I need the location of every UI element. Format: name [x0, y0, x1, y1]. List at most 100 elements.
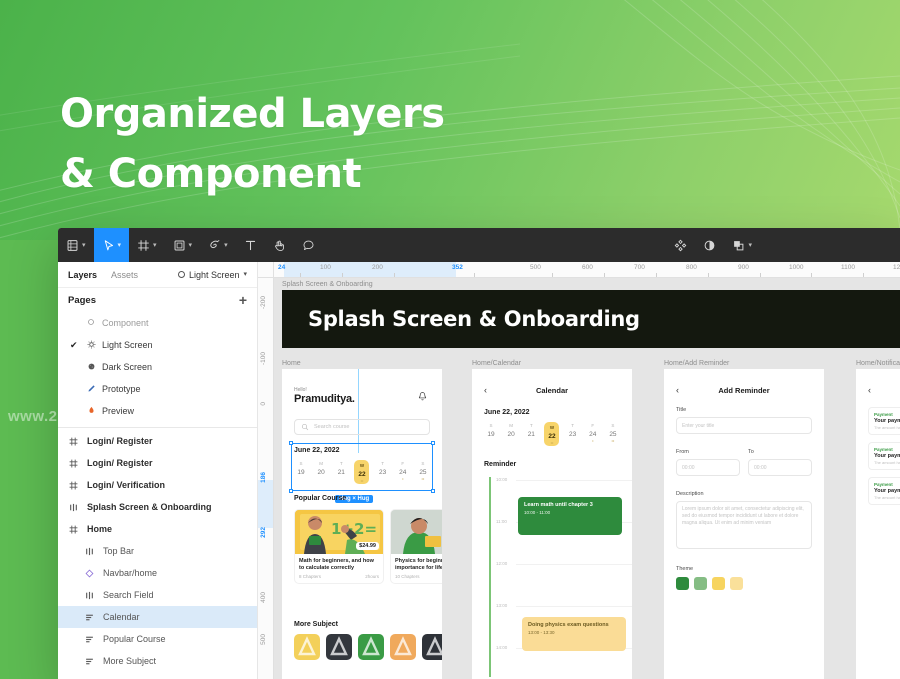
frame-label-add-reminder[interactable]: Home/Add Reminder [664, 360, 729, 367]
text-tool-icon[interactable] [236, 228, 265, 262]
resize-handle-tr[interactable] [431, 441, 435, 445]
resize-handle-tl[interactable] [289, 441, 293, 445]
page-item-prototype[interactable]: Prototype [58, 378, 257, 400]
frame-label[interactable]: Splash Screen & Onboarding [282, 281, 373, 288]
hand-tool-icon[interactable] [265, 228, 294, 262]
add-reminder-frame[interactable]: ‹ Add Reminder Title Enter your title Fr… [664, 369, 824, 679]
layer-item-search-field[interactable]: Search Field [58, 584, 257, 606]
splash-banner-frame[interactable]: Splash Screen & Onboarding [282, 290, 900, 348]
notification-card[interactable]: PaymentYour paymentThe amount has been p… [868, 442, 900, 470]
calendar-day-selected[interactable]: W22•• [544, 422, 559, 446]
calendar-day[interactable]: T21 [524, 422, 538, 439]
theme-swatch-1[interactable] [694, 577, 707, 590]
theme-swatch-0[interactable] [676, 577, 689, 590]
resize-handle-br[interactable] [431, 489, 435, 493]
frame-label-notification[interactable]: Home/Notification [856, 360, 900, 367]
page-item-preview[interactable]: Preview [58, 400, 257, 422]
geometry-subject-tile[interactable] [294, 634, 320, 660]
components-icon[interactable] [666, 228, 695, 262]
mask-icon[interactable] [695, 228, 724, 262]
page-item-dark-screen[interactable]: Dark Screen [58, 356, 257, 378]
layer-item-login-verification[interactable]: Login/ Verification [58, 474, 257, 496]
canvas[interactable]: 2410020035250060070080090010001100120013… [258, 262, 900, 679]
calendar-day[interactable]: M20 [314, 460, 328, 477]
calendar-event[interactable]: Learn math until chapter 3 10:00 - 11:00 [518, 497, 622, 535]
horizontal-ruler[interactable]: 2410020035250060070080090010001100120013… [274, 262, 900, 278]
calendar-day[interactable]: T21 [334, 460, 348, 477]
theme-swatch-2[interactable] [712, 577, 725, 590]
calendar-day-selected[interactable]: W22•• [354, 460, 369, 484]
notification-card[interactable]: PaymentYour paymentThe amount has been p… [868, 477, 900, 505]
calendar-day[interactable]: S25•• [416, 460, 430, 481]
page-item-light-screen[interactable]: ✔Light Screen [58, 334, 257, 356]
notification-frame[interactable]: ‹ PaymentYour paymentThe amount has been… [856, 369, 900, 679]
page-selector[interactable]: Light Screen ▾ [178, 270, 247, 280]
calendar-day[interactable]: S25•• [606, 422, 620, 443]
page-item-component[interactable]: Component [58, 312, 257, 334]
subject-tiles[interactable] [294, 634, 442, 660]
tab-layers[interactable]: Layers [68, 270, 97, 280]
tab-assets[interactable]: Assets [111, 270, 138, 280]
notification-card[interactable]: PaymentYour paymentThe amount has been p… [868, 407, 900, 435]
vertical-ruler[interactable]: -200-1000186292400500 [258, 262, 274, 679]
comment-tool-icon[interactable] [294, 228, 323, 262]
notification-list[interactable]: PaymentYour paymentThe amount has been p… [868, 407, 900, 505]
music-subject-tile[interactable] [358, 634, 384, 660]
home-frame[interactable]: Hello! Pramuditya. Search course June 22… [282, 369, 442, 679]
bell-icon[interactable] [415, 389, 430, 404]
layer-item-login-register[interactable]: Login/ Register [58, 452, 257, 474]
from-input[interactable]: 00:00 [676, 459, 740, 476]
chevron-left-icon[interactable]: ‹ [868, 385, 871, 395]
calendar-day[interactable]: S19 [484, 422, 498, 439]
calendar-widget[interactable]: June 22, 2022 S19M20T21W22••T23F24•S25•• [294, 447, 430, 484]
plus-icon[interactable]: + [239, 293, 247, 307]
calendar-day[interactable]: T23 [376, 460, 390, 477]
hero-banner: Organized Layers & Component [0, 0, 900, 240]
layer-item-calendar[interactable]: Calendar [58, 606, 257, 628]
canvas-viewport[interactable]: Splash Screen & Onboarding Splash Screen… [274, 278, 900, 679]
layer-item-navbar-home[interactable]: Navbar/home [58, 562, 257, 584]
layers-panel: Layers Assets Light Screen ▾ Pages + Com… [58, 262, 258, 679]
calendar-frame[interactable]: ‹ Calendar June 22, 2022 S19M20T21W22••T… [472, 369, 632, 679]
calendar-event[interactable]: Doing physics exam questions 13:00 - 13:… [522, 617, 626, 651]
layer-item-popular-course[interactable]: Popular Course [58, 628, 257, 650]
layer-item-more-subject[interactable]: More Subject [58, 650, 257, 672]
title-input[interactable]: Enter your title [676, 417, 812, 434]
theme-swatches[interactable] [676, 577, 743, 590]
chemistry-subject-tile[interactable] [422, 634, 442, 660]
calendar-day[interactable]: F24• [586, 422, 600, 443]
day-number: 23 [376, 468, 390, 477]
theme-swatch-3[interactable] [730, 577, 743, 590]
shape-tool-icon[interactable]: ▾ [165, 228, 201, 262]
timeline[interactable]: 10:0011:0012:0013:0014:00 Learn math unt… [484, 477, 632, 677]
course-card[interactable]: Physics for beginners, the importance fo… [390, 509, 442, 584]
to-input[interactable]: 00:00 [748, 459, 812, 476]
day-strip[interactable]: S19 M20 T21 W22•• T23 F24• S25•• [484, 422, 620, 446]
layer-item-login-register[interactable]: Login/ Register [58, 430, 257, 452]
ruler-tick-v: 500 [260, 634, 267, 645]
day-strip[interactable]: S19 M20 T21 W22•• T23 F24• S25•• [294, 460, 430, 484]
calendar-day[interactable]: S19 [294, 460, 308, 477]
pen-tool-icon[interactable]: ▾ [200, 228, 236, 262]
layer-item-top-bar[interactable]: Top Bar [58, 540, 257, 562]
course-card[interactable]: 1+2= $24.99 Math for beginners, and how … [294, 509, 384, 584]
description-input[interactable]: Lorem ipsum dolor sit amet, consectetur … [676, 501, 812, 549]
day-of-week: F [396, 460, 410, 468]
resize-handle-bl[interactable] [289, 489, 293, 493]
calendar-day[interactable]: T23 [566, 422, 580, 439]
calendar-widget[interactable]: June 22, 2022 S19M20T21W22••T23F24•S25•• [484, 409, 620, 446]
search-input[interactable]: Search course [294, 419, 430, 435]
frame-label-home[interactable]: Home [282, 360, 301, 367]
search-placeholder: Search course [314, 424, 349, 430]
art-subject-tile[interactable] [326, 634, 352, 660]
calendar-day[interactable]: M20 [504, 422, 518, 439]
boolean-icon[interactable]: ▾ [724, 228, 760, 262]
calendar-day[interactable]: F24• [396, 460, 410, 481]
frame-label-calendar[interactable]: Home/Calendar [472, 360, 521, 367]
writing-subject-tile[interactable] [390, 634, 416, 660]
layer-item-splash-screen-onboarding[interactable]: Splash Screen & Onboarding [58, 496, 257, 518]
move-tool-icon[interactable]: ▾ [94, 228, 130, 262]
menu-icon[interactable]: ▾ [58, 228, 94, 262]
frame-tool-icon[interactable]: ▾ [129, 228, 165, 262]
layer-item-home[interactable]: Home [58, 518, 257, 540]
